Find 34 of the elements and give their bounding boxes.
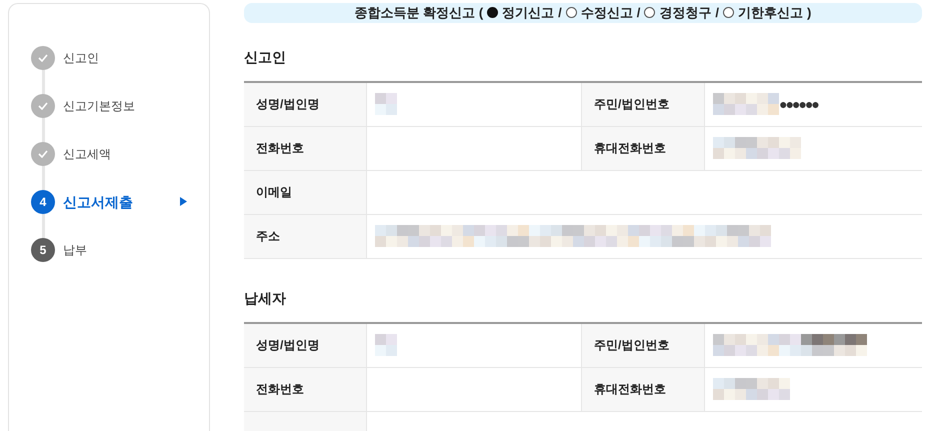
section-title: 신고인 bbox=[244, 48, 287, 66]
field-label: 주민/법인번호 bbox=[582, 324, 705, 366]
field-label: 성명/법인명 bbox=[244, 324, 367, 366]
separator-text: / bbox=[715, 4, 720, 22]
field-label: 주민/법인번호 bbox=[582, 82, 705, 126]
section-title: 납세자 bbox=[244, 288, 287, 308]
step-label[interactable]: 신고세액 bbox=[63, 145, 111, 163]
masked-number: ●●●●●● bbox=[779, 94, 818, 114]
step-label[interactable]: 신고기본정보 bbox=[63, 97, 135, 115]
radio-button[interactable] bbox=[723, 7, 734, 18]
field-label: 휴대전화번호 bbox=[582, 368, 705, 410]
radio-label[interactable]: 정기신고 bbox=[502, 3, 554, 22]
radio-button[interactable] bbox=[566, 7, 577, 18]
radio-label[interactable]: 경정청구 bbox=[659, 3, 712, 22]
step-marker: 4 bbox=[31, 190, 55, 214]
field-label: 전화번호 bbox=[244, 126, 367, 170]
field-label: 전화번호 bbox=[244, 368, 367, 410]
field-label: 성명/법인명 bbox=[244, 82, 367, 126]
banner-title: 종합소득분 확정신고 ( bbox=[354, 4, 484, 22]
radio-button[interactable] bbox=[644, 7, 656, 18]
step-label[interactable]: 납부 bbox=[63, 241, 87, 259]
radio-label[interactable]: 기한후신고 bbox=[738, 3, 804, 22]
field-label: 주소 bbox=[244, 214, 367, 258]
radio-button[interactable] bbox=[487, 7, 498, 18]
separator-text: ) bbox=[807, 4, 812, 22]
separator-text: / bbox=[558, 4, 562, 22]
radio-label[interactable]: 수정신고 bbox=[580, 3, 633, 22]
separator-text: / bbox=[636, 4, 640, 22]
step-marker: 5 bbox=[31, 238, 55, 262]
step-label[interactable]: 신고서제출 bbox=[63, 192, 133, 212]
field-label: 휴대전화번호 bbox=[582, 126, 705, 170]
step-label[interactable]: 신고인 bbox=[63, 49, 99, 67]
field-label: 이메일 bbox=[244, 170, 367, 214]
triangle-icon bbox=[180, 197, 187, 206]
